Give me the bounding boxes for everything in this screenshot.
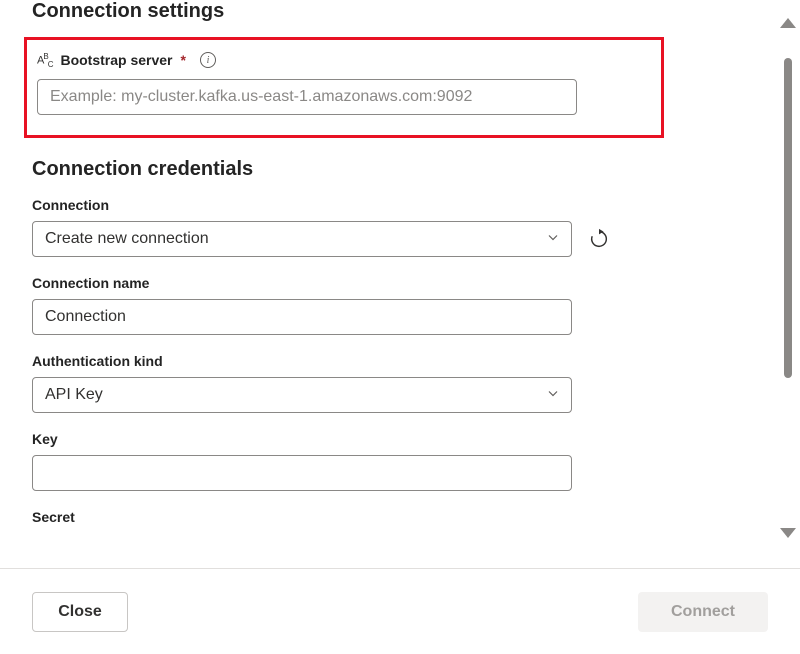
secret-field: Secret [32, 509, 784, 525]
key-input[interactable] [32, 455, 572, 491]
key-field: Key [32, 431, 784, 491]
auth-kind-select[interactable]: API Key [32, 377, 572, 413]
scrollbar[interactable] [778, 18, 798, 538]
auth-kind-label: Authentication kind [32, 353, 784, 369]
bootstrap-highlight-box: ABC Bootstrap server * i [24, 37, 664, 138]
connection-name-input[interactable] [32, 299, 572, 335]
bootstrap-label: Bootstrap server * [60, 52, 186, 68]
connection-select[interactable]: Create new connection [32, 221, 572, 257]
bootstrap-label-row: ABC Bootstrap server * i [37, 52, 651, 69]
connection-settings-heading: Connection settings [32, 0, 784, 23]
footer: Close Connect [0, 568, 800, 654]
connection-label: Connection [32, 197, 784, 213]
scroll-down-arrow-icon[interactable] [780, 528, 796, 538]
connection-name-field: Connection name [32, 275, 784, 335]
auth-kind-field: Authentication kind API Key [32, 353, 784, 413]
key-label: Key [32, 431, 784, 447]
scroll-up-arrow-icon[interactable] [780, 18, 796, 28]
scroll-thumb[interactable] [784, 58, 792, 378]
secret-label: Secret [32, 509, 784, 525]
info-icon[interactable]: i [200, 52, 216, 68]
connection-name-label: Connection name [32, 275, 784, 291]
connection-field: Connection Create new connection [32, 197, 784, 257]
required-asterisk: * [181, 52, 186, 68]
refresh-icon[interactable] [588, 228, 610, 250]
connection-credentials-heading: Connection credentials [32, 158, 784, 181]
connect-button[interactable]: Connect [638, 592, 768, 632]
bootstrap-server-input[interactable] [37, 79, 577, 115]
text-type-icon: ABC [37, 52, 52, 69]
bootstrap-label-text: Bootstrap server [60, 52, 172, 68]
close-button[interactable]: Close [32, 592, 128, 632]
form-content: Connection settings ABC Bootstrap server… [0, 0, 800, 558]
